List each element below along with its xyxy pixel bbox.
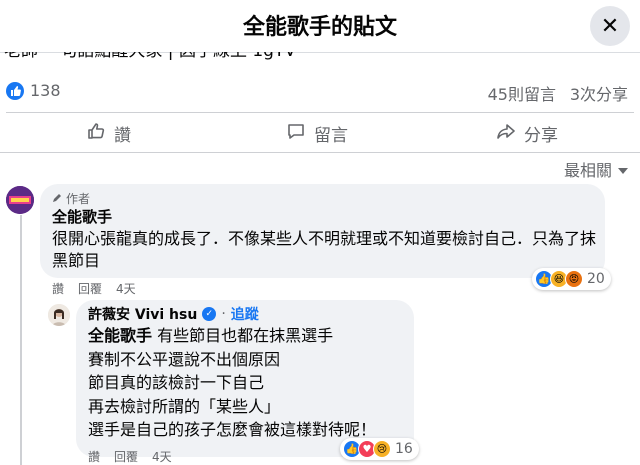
comment-author[interactable]: 全能歌手 [52, 206, 112, 227]
avatar[interactable] [6, 186, 34, 214]
like-reaction-icon[interactable] [6, 82, 24, 100]
reply-time[interactable]: 4天 [152, 448, 172, 465]
comment-reactions[interactable]: 👍 😆 😡 20 [532, 268, 611, 290]
mention-link[interactable]: 全能歌手 [88, 326, 152, 345]
reaction-count: 20 [587, 271, 605, 287]
avatar[interactable] [48, 304, 70, 326]
comment-count[interactable]: 45則留言 [488, 81, 556, 105]
post-text-cutoff: 老師 一句話點醒大家 | 因手線上 1gTV [4, 52, 604, 66]
close-icon: ✕ [600, 13, 620, 39]
reply-reactions[interactable]: 👍 ♥ 😢 16 [340, 438, 419, 460]
reaction-count: 16 [395, 441, 413, 457]
post-actions: 讚 留言 分享 [0, 113, 640, 151]
reply-bubble: 許薇安 Vivi hsu ✓ · 追蹤 全能歌手 有些節目也都在抹黑選手 賽制不… [76, 300, 414, 457]
share-button[interactable]: 分享 [496, 121, 558, 146]
thread-line [20, 215, 22, 465]
separator: · [221, 306, 226, 322]
pencil-icon [52, 192, 62, 206]
comment-label: 留言 [314, 126, 348, 146]
comment-like-link[interactable]: 讚 [52, 280, 64, 297]
sort-label: 最相關 [563, 161, 612, 180]
share-count[interactable]: 3次分享 [570, 81, 628, 105]
like-button[interactable]: 讚 [86, 121, 131, 146]
author-tag: 作者 [52, 190, 90, 207]
reply-reply-link[interactable]: 回覆 [114, 448, 138, 465]
post-header: 全能歌手的貼文 ✕ [0, 0, 640, 53]
reply-header: 許薇安 Vivi hsu ✓ · 追蹤 [88, 304, 259, 324]
like-label: 讚 [114, 126, 131, 146]
comment-reply-link[interactable]: 回覆 [78, 280, 102, 297]
comment-time[interactable]: 4天 [116, 280, 136, 297]
angry-emoji-icon: 😡 [565, 270, 583, 288]
thumbs-up-icon [86, 121, 106, 146]
comment-meta: 讚 回覆 4天 [52, 280, 136, 297]
close-button[interactable]: ✕ [590, 6, 630, 46]
reply-like-link[interactable]: 讚 [88, 448, 100, 465]
share-icon [496, 121, 516, 146]
comment-text: 很開心張龍真的成長了．不像某些人不明就理或不知道要檢討自己．只為了抹黑節目 [52, 229, 597, 270]
reaction-count[interactable]: 138 [30, 81, 61, 100]
comment-bubble: 作者 全能歌手 很開心張龍真的成長了．不像某些人不明就理或不知道要檢討自己．只為… [40, 184, 605, 278]
comment-icon [286, 121, 306, 146]
sad-emoji-icon: 😢 [373, 440, 391, 458]
sort-dropdown[interactable]: 最相關 [564, 157, 628, 181]
reply-author[interactable]: 許薇安 Vivi hsu [88, 304, 197, 324]
reply-meta: 讚 回覆 4天 [88, 448, 172, 465]
follow-button[interactable]: 追蹤 [231, 304, 259, 324]
caret-down-icon [618, 160, 628, 179]
reply-text: 全能歌手 有些節目也都在抹黑選手 賽制不公平還說不出個原因 節目真的該檢討一下自… [88, 326, 377, 440]
divider [0, 152, 640, 153]
verified-badge-icon: ✓ [202, 307, 217, 321]
share-label: 分享 [524, 126, 558, 146]
post-stats: 138 45則留言 3次分享 [0, 72, 640, 110]
page-title: 全能歌手的貼文 [242, 15, 397, 40]
comment-button[interactable]: 留言 [286, 121, 348, 146]
